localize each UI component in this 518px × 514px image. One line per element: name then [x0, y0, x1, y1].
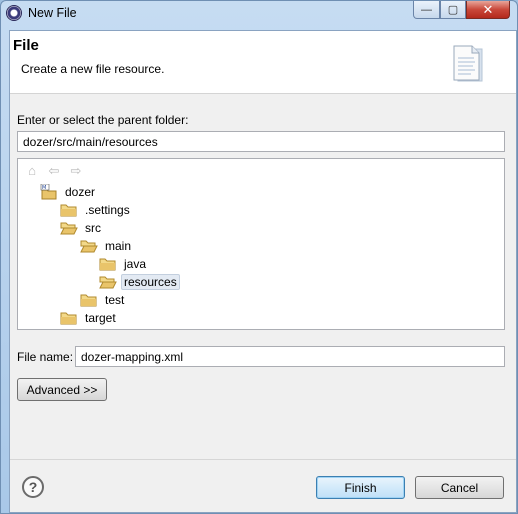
svg-text:M: M: [42, 185, 46, 191]
advanced-button[interactable]: Advanced >>: [17, 378, 107, 401]
tree-nav-toolbar: ⌂ ⇦ ⇨: [24, 163, 84, 179]
folder-icon: [60, 312, 77, 325]
folder-icon: [60, 204, 77, 217]
cancel-button[interactable]: Cancel: [415, 476, 504, 499]
tree-node-label: dozer: [65, 185, 96, 199]
folder-tree[interactable]: ⌂ ⇦ ⇨ M dozer .settings src main java re…: [17, 158, 505, 330]
project-icon: M: [40, 184, 57, 200]
file-name-label: File name:: [17, 350, 74, 364]
tree-node-target[interactable]: target: [60, 309, 119, 327]
file-name-input[interactable]: dozer-mapping.xml: [75, 346, 505, 367]
page-title: File: [13, 37, 39, 54]
window-title: New File: [28, 6, 77, 20]
tree-node-label: resources: [121, 274, 180, 290]
button-bar-divider: [10, 459, 516, 460]
folder-icon: [99, 258, 116, 271]
folder-open-icon: [99, 276, 117, 289]
tree-node-settings[interactable]: .settings: [60, 201, 133, 219]
new-file-document-icon: [453, 45, 483, 82]
tree-node-label: target: [85, 311, 116, 325]
tree-node-java[interactable]: java: [99, 255, 149, 273]
maximize-button[interactable]: ▢: [440, 1, 466, 19]
tree-node-label: test: [105, 293, 125, 307]
tree-node-test[interactable]: test: [80, 291, 127, 309]
tree-node-label: src: [85, 221, 101, 235]
home-icon[interactable]: ⌂: [24, 163, 40, 179]
tree-node-main[interactable]: main: [80, 237, 134, 255]
parent-folder-input[interactable]: dozer/src/main/resources: [17, 131, 505, 152]
folder-open-icon: [80, 240, 98, 253]
tree-node-label: java: [124, 257, 147, 271]
close-button[interactable]: ✕: [466, 1, 510, 19]
finish-button[interactable]: Finish: [316, 476, 405, 499]
minimize-button[interactable]: —: [413, 1, 440, 19]
new-file-dialog: New File — ▢ ✕ File Create a new file re…: [0, 0, 518, 514]
title-bar[interactable]: New File — ▢ ✕: [1, 1, 517, 27]
tree-node-label: .settings: [85, 203, 130, 217]
tree-node-dozer[interactable]: M dozer: [40, 183, 98, 201]
forward-icon[interactable]: ⇨: [68, 163, 84, 179]
folder-open-icon: [60, 222, 78, 235]
title-banner: File Create a new file resource.: [10, 31, 516, 94]
tree-node-src[interactable]: src: [60, 219, 104, 237]
dialog-body: File Create a new file resource. Enter o…: [9, 30, 517, 513]
page-description: Create a new file resource.: [21, 62, 165, 76]
back-icon[interactable]: ⇦: [46, 163, 62, 179]
tree-node-resources[interactable]: resources: [99, 273, 180, 291]
eclipse-app-icon: [6, 5, 22, 21]
help-icon[interactable]: ?: [22, 476, 44, 498]
folder-icon: [80, 294, 97, 307]
parent-folder-label: Enter or select the parent folder:: [17, 113, 189, 127]
tree-node-label: main: [105, 239, 132, 253]
